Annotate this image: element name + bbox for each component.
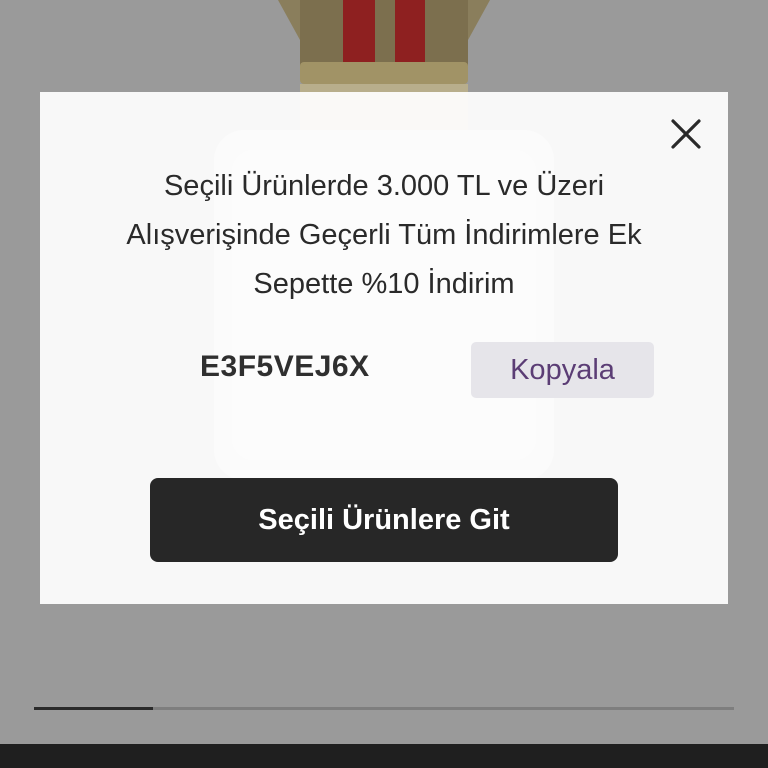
coupon-code-row: E3F5VEJ6X Kopyala: [40, 342, 728, 398]
promo-line-2: Alışverişinde Geçerli Tüm İndirimlere Ek: [126, 219, 642, 251]
screen: Seçili Ürünlerde 3.000 TL ve Üzeri Alışv…: [0, 0, 768, 768]
coupon-modal: Seçili Ürünlerde 3.000 TL ve Üzeri Alışv…: [40, 92, 728, 604]
promo-line-3: Sepette %10 İndirim: [253, 268, 515, 300]
carousel-progress-fill: [34, 707, 153, 710]
promo-line-1: Seçili Ürünlerde 3.000 TL ve Üzeri: [163, 170, 605, 202]
bottom-bar: [0, 744, 768, 768]
copy-code-button[interactable]: Kopyala: [471, 342, 654, 398]
close-icon: [671, 119, 701, 149]
go-to-selected-products-button[interactable]: Seçili Ürünlere Git: [150, 478, 618, 562]
promo-description: Seçili Ürünlerde 3.000 TL ve Üzeri Alışv…: [70, 162, 698, 309]
coupon-code: E3F5VEJ6X: [200, 350, 370, 383]
close-button[interactable]: [668, 116, 704, 152]
carousel-progress-track: [34, 707, 734, 710]
